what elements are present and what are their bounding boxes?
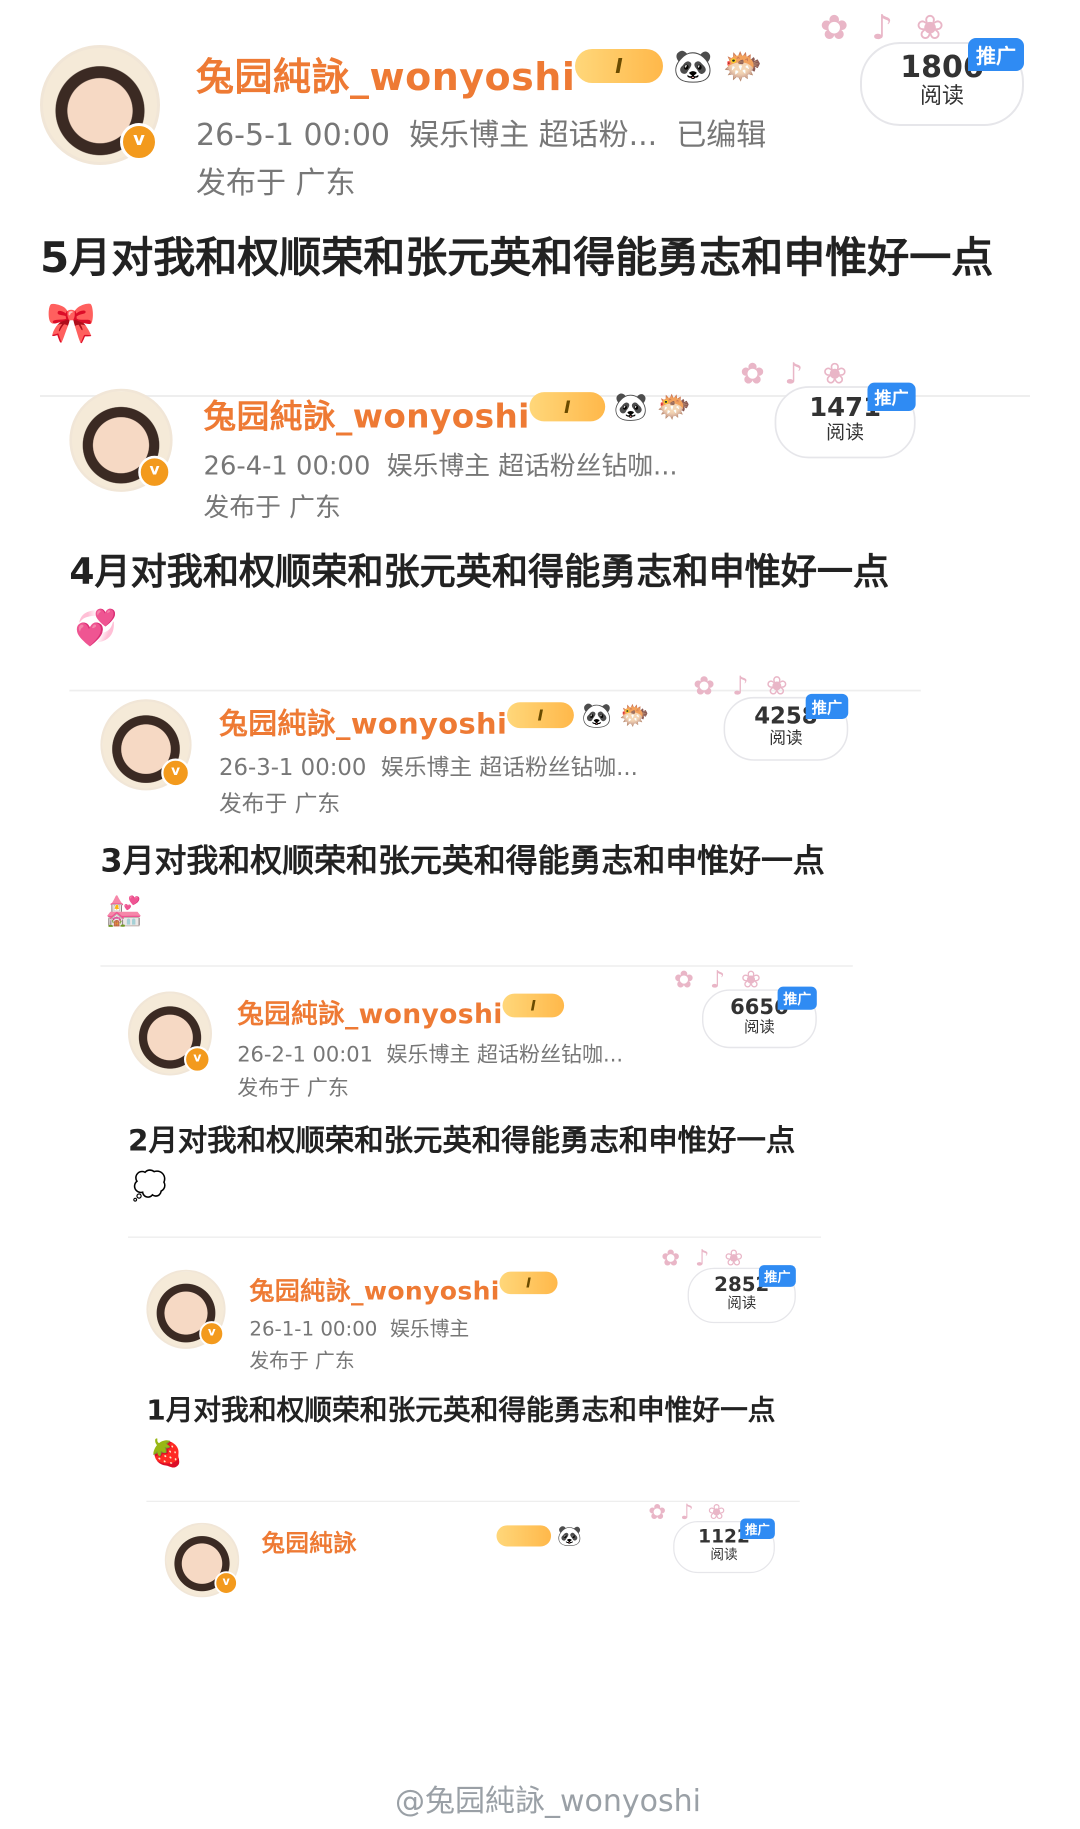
weibo-post: ✿ ♪ ❀ v 兔园純詠_wonyoshi I 🐼 🐡 26-4-1 00:00… [35, 350, 964, 694]
user-tags: 娱乐博主 超话粉丝钻咖... [380, 754, 638, 782]
user-tags: 娱乐博主 超话粉... [409, 118, 658, 153]
post-meta: 26-1-1 00:00 娱乐博主 [249, 1313, 475, 1342]
weibo-post: ✿ ♪ ❀ v 兔园純詠_wonyoshi I 🐼 🐡 26-3-1 00:00… [70, 665, 891, 969]
username-link[interactable]: 兔园純詠_wonyoshi [237, 992, 503, 1030]
post-content: 2月对我和权顺荣和张元英和得能勇志和申惟好一点 💭 [128, 1118, 828, 1208]
post-timestamp: 26-3-1 00:00 [218, 754, 367, 782]
verified-badge-icon: v [199, 1321, 225, 1347]
user-avatar[interactable]: v [69, 388, 173, 492]
fish-icon: 🐡 [619, 700, 650, 730]
post-content: 5月对我和权顺荣和张元英和得能勇志和申惟好一点 🎀 [40, 226, 1040, 355]
panda-icon: 🐼 [613, 390, 649, 424]
fish-icon: 🐡 [656, 390, 691, 424]
post-emoji: 💞 [74, 608, 118, 648]
promote-button[interactable]: 推广 [758, 1265, 796, 1287]
post-location: 发布于 广东 [218, 791, 341, 818]
post-emoji: 💭 [132, 1170, 168, 1203]
panda-icon: 🐼 [581, 700, 612, 730]
user-avatar[interactable]: v [40, 45, 160, 165]
user-avatar[interactable]: v [100, 699, 192, 791]
post-text: 3月对我和权顺荣和张元英和得能勇志和申惟好一点 [100, 842, 825, 880]
level-badge: I [575, 49, 663, 83]
user-tags: 娱乐博主 超话粉丝钻咖... [386, 1042, 624, 1068]
post-timestamp: 26-1-1 00:00 [249, 1317, 378, 1341]
post-text: 2月对我和权顺荣和张元英和得能勇志和申惟好一点 [128, 1123, 796, 1158]
level-badge: I [502, 993, 565, 1018]
weibo-post: ✿ ♪ ❀ v 兔园純詠_wonyoshi I 26-1-1 00:00 娱乐博… [120, 1240, 833, 1504]
user-tags: 娱乐博主 [389, 1317, 470, 1341]
post-timestamp: 26-5-1 00:00 [196, 118, 390, 153]
level-badge: I [507, 702, 574, 729]
user-badges: I [499, 1271, 558, 1295]
post-text: 1月对我和权顺荣和张元英和得能勇志和申惟好一点 [146, 1393, 776, 1427]
post-timestamp: 26-4-1 00:00 [203, 451, 371, 482]
fish-icon: 🐡 [722, 47, 763, 85]
user-badges: I 🐼 🐡 [507, 700, 650, 730]
level-badge: I [499, 1271, 558, 1295]
edited-label: 已编辑 [676, 118, 767, 153]
promote-button[interactable]: 推广 [805, 693, 849, 719]
verified-badge-icon: v [214, 1571, 238, 1595]
read-label: 阅读 [710, 1547, 738, 1563]
post-content: 3月对我和权顺荣和张元英和得能勇志和申惟好一点 💒 [100, 837, 860, 935]
username-link[interactable]: 兔园純詠_wonyoshi [249, 1270, 499, 1306]
level-badge: I [529, 392, 606, 422]
divider [128, 1236, 821, 1238]
user-avatar[interactable]: v [128, 991, 212, 1076]
post-emoji: 🍓 [150, 1438, 184, 1469]
panda-icon: 🐼 [673, 47, 713, 85]
promote-button[interactable]: 推广 [740, 1518, 775, 1540]
promote-button[interactable]: 推广 [867, 382, 916, 412]
weibo-watermark: @兔园純詠_wonyoshi [395, 1784, 701, 1819]
user-badges: I [502, 993, 565, 1018]
user-badges: I 🐼 🐡 [529, 390, 691, 424]
post-meta: 26-4-1 00:00 娱乐博主 超话粉丝钻咖... [204, 445, 686, 483]
promote-button[interactable]: 推广 [968, 38, 1024, 71]
verified-badge-icon: v [161, 758, 191, 788]
post-meta: 26-3-1 00:00 娱乐博主 超话粉丝钻咖... [219, 749, 645, 782]
post-meta [262, 1563, 280, 1585]
username-link[interactable]: 兔园純詠_wonyoshi [204, 390, 530, 437]
post-emoji: 🎀 [46, 300, 96, 346]
user-avatar[interactable]: v [146, 1269, 226, 1349]
post-location: 发布于 广东 [196, 166, 356, 201]
user-badges: 🐼 [496, 1524, 582, 1548]
post-meta: 26-2-1 00:01 娱乐博主 超话粉丝钻咖... [237, 1037, 630, 1068]
panda-icon: 🐼 [557, 1524, 582, 1548]
username-link[interactable]: 兔园純詠_wonyoshi [219, 700, 507, 742]
post-content [165, 1635, 785, 1675]
weibo-post: ✿ ♪ ❀ v 兔园純詠_wonyoshi I 🐼 🐡 26-5-1 00:00… [0, 0, 1080, 400]
read-label: 阅读 [919, 84, 964, 109]
post-content: 1月对我和权顺荣和张元英和得能勇志和申惟好一点 🍓 [146, 1389, 806, 1474]
read-label: 阅读 [727, 1295, 757, 1312]
user-avatar[interactable]: v [164, 1522, 240, 1598]
username-link[interactable]: 兔园純詠_wonyoshi [196, 46, 575, 101]
post-content: 4月对我和权顺荣和张元英和得能勇志和申惟好一点 💞 [69, 544, 929, 655]
weibo-post: ✿ ♪ ❀ v 兔园純詠 🐼 1122 阅读 推广 [140, 1495, 810, 1619]
verified-badge-icon: v [120, 123, 158, 161]
username-link[interactable]: 兔园純詠 [262, 1524, 357, 1558]
read-label: 阅读 [826, 422, 865, 444]
promote-button[interactable]: 推广 [777, 986, 817, 1010]
post-location: 发布于 广东 [203, 492, 341, 523]
user-tags: 娱乐博主 超话粉丝钻咖... [386, 451, 678, 482]
read-label: 阅读 [769, 728, 803, 748]
verified-badge-icon: v [184, 1046, 211, 1073]
read-label: 阅读 [743, 1018, 775, 1037]
level-badge [496, 1525, 552, 1547]
post-location: 发布于 广东 [249, 1349, 355, 1373]
verified-badge-icon: v [138, 455, 171, 489]
post-text: 4月对我和权顺荣和张元英和得能勇志和申惟好一点 [69, 550, 890, 593]
post-text: 5月对我和权顺荣和张元英和得能勇志和申惟好一点 [40, 233, 994, 282]
user-badges: I 🐼 🐡 [575, 48, 763, 84]
weibo-post: ✿ ♪ ❀ v 兔园純詠_wonyoshi I 26-2-1 00:01 娱乐博… [100, 960, 856, 1240]
post-location: 发布于 广东 [237, 1076, 349, 1101]
post-emoji: 💒 [104, 893, 143, 928]
post-timestamp: 26-2-1 00:01 [237, 1042, 373, 1068]
post-meta: 26-5-1 00:00 娱乐博主 超话粉... 已编辑 [196, 110, 766, 154]
